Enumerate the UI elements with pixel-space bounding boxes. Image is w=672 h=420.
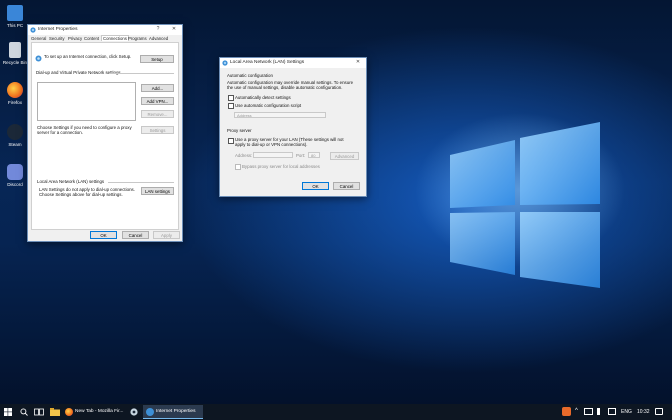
use-proxy-label: Use a proxy server for your LAN (These s…	[235, 137, 344, 148]
close-button[interactable]: ✕	[354, 59, 362, 65]
use-script-label: Use automatic configuration script	[235, 103, 302, 108]
action-center-flag-icon[interactable]	[608, 408, 616, 415]
desktop-icon-this-pc[interactable]: This PC	[1, 5, 29, 28]
desktop-icon-discord[interactable]: Discord	[1, 164, 29, 187]
tab-privacy[interactable]: Privacy	[68, 36, 82, 41]
internet-options-icon	[222, 60, 228, 66]
steam-icon	[7, 124, 23, 140]
taskbar-task-internet-properties[interactable]: Internet Properties	[143, 405, 203, 419]
remove-button[interactable]: Remove...	[141, 110, 174, 118]
tab-security[interactable]: Security	[49, 36, 65, 41]
network-icon[interactable]	[584, 408, 593, 415]
proxy-heading: Proxy server	[227, 128, 252, 133]
dialog-title: Internet Properties	[38, 27, 78, 32]
volume-icon[interactable]	[597, 408, 604, 415]
auto-detect-label: Automatically detect settings	[235, 95, 291, 100]
desktop-icon-firefox[interactable]: Firefox	[1, 82, 29, 105]
proxy-address-label: Address:	[235, 153, 253, 158]
tab-general[interactable]: General	[31, 36, 46, 41]
bypass-label: Bypass proxy server for local addresses	[242, 164, 320, 169]
advanced-button[interactable]: Advanced	[330, 152, 359, 160]
lan-heading: Local Area Network (LAN) settings	[37, 179, 105, 184]
close-button[interactable]: ✕	[170, 26, 178, 32]
desktop-icon-steam[interactable]: Steam	[1, 124, 29, 147]
setup-button[interactable]: Setup	[140, 55, 174, 63]
file-explorer-icon[interactable]	[50, 408, 60, 416]
desktop-icon-label: This PC	[6, 23, 24, 28]
ok-button[interactable]: OK	[302, 182, 329, 190]
add-vpn-button[interactable]: Add VPN...	[141, 97, 174, 105]
add-button[interactable]: Add...	[141, 84, 174, 92]
show-hidden-icons-icon[interactable]: ^	[575, 408, 578, 414]
auto-config-heading: Automatic configuration	[227, 73, 273, 78]
notifications-icon[interactable]	[655, 408, 663, 415]
divider	[110, 73, 174, 74]
lan-text: LAN Settings do not apply to dial-up con…	[39, 187, 135, 198]
globe-icon	[35, 55, 42, 62]
tab-content[interactable]: Content	[84, 36, 99, 41]
proxy-address-input[interactable]	[253, 152, 293, 158]
tab-advanced[interactable]: Advanced	[149, 36, 168, 41]
start-button-icon[interactable]	[4, 408, 12, 416]
windows-wallpaper-logo	[450, 122, 600, 288]
desktop-icon-label: Firefox	[7, 100, 23, 105]
cancel-button[interactable]: Cancel	[122, 231, 149, 239]
port-input[interactable]: 80	[308, 152, 320, 158]
port-label: Port:	[296, 153, 306, 158]
bypass-checkbox[interactable]	[235, 164, 241, 170]
help-button[interactable]: ?	[154, 26, 162, 32]
internet-properties-titlebar: Internet Properties ? ✕	[28, 25, 182, 35]
tab-connections[interactable]: Connections	[101, 35, 129, 41]
lan-settings-titlebar: Local Area Network (LAN) Settings ✕	[220, 58, 366, 68]
discord-icon	[7, 164, 23, 180]
tab-programs[interactable]: Programs	[128, 36, 147, 41]
tray-app-icon[interactable]	[562, 407, 571, 416]
internet-options-icon	[30, 27, 36, 33]
steam-icon[interactable]	[130, 408, 138, 416]
proxy-hint-text: Choose Settings if you need to configure…	[37, 125, 132, 136]
connections-tab-panel: To set up an Internet connection, click …	[31, 42, 179, 230]
taskbar: New Tab - Mozilla Fir... Internet Proper…	[0, 404, 672, 420]
cancel-button[interactable]: Cancel	[333, 182, 360, 190]
use-script-checkbox[interactable]	[228, 103, 234, 109]
search-icon[interactable]	[20, 408, 28, 416]
dialup-connection-list[interactable]	[37, 82, 136, 121]
desktop-icon-label: Steam	[8, 142, 22, 147]
firefox-icon	[7, 82, 23, 98]
clock[interactable]: 10:32	[637, 409, 650, 415]
desktop-icon-label: Recycle Bin	[2, 60, 28, 65]
lan-settings-button[interactable]: LAN settings	[141, 187, 174, 195]
lan-settings-dialog: Local Area Network (LAN) Settings ✕ Auto…	[219, 57, 367, 197]
task-view-icon[interactable]	[34, 408, 44, 416]
firefox-icon	[65, 408, 73, 416]
taskbar-task-label: Internet Properties	[156, 409, 196, 414]
desktop: This PC Recycle Bin Firefox Steam Discor…	[0, 0, 672, 404]
desktop-icon-recycle-bin[interactable]: Recycle Bin	[1, 42, 29, 65]
setup-text: To set up an Internet connection, click …	[44, 54, 132, 59]
dialog-title: Local Area Network (LAN) Settings	[230, 60, 305, 65]
auto-detect-checkbox[interactable]	[228, 95, 234, 101]
taskbar-task-label: New Tab - Mozilla Fir...	[75, 409, 124, 414]
this-pc-icon	[7, 5, 23, 21]
ok-button[interactable]: OK	[90, 231, 117, 239]
recycle-bin-icon	[9, 42, 21, 58]
internet-properties-dialog: Internet Properties ? ✕ General Security…	[27, 24, 183, 242]
input-language[interactable]: ENG	[621, 409, 632, 415]
desktop-icon-label: Discord	[7, 182, 23, 187]
apply-button[interactable]: Apply	[153, 231, 180, 239]
taskbar-task-firefox[interactable]: New Tab - Mozilla Fir...	[62, 405, 126, 419]
internet-options-icon	[146, 408, 154, 416]
use-proxy-checkbox[interactable]	[228, 138, 234, 144]
auto-config-text: Automatic configuration may override man…	[227, 80, 354, 91]
settings-button[interactable]: Settings	[141, 126, 174, 134]
script-address-input[interactable]: Address	[234, 112, 326, 118]
divider	[108, 182, 174, 183]
